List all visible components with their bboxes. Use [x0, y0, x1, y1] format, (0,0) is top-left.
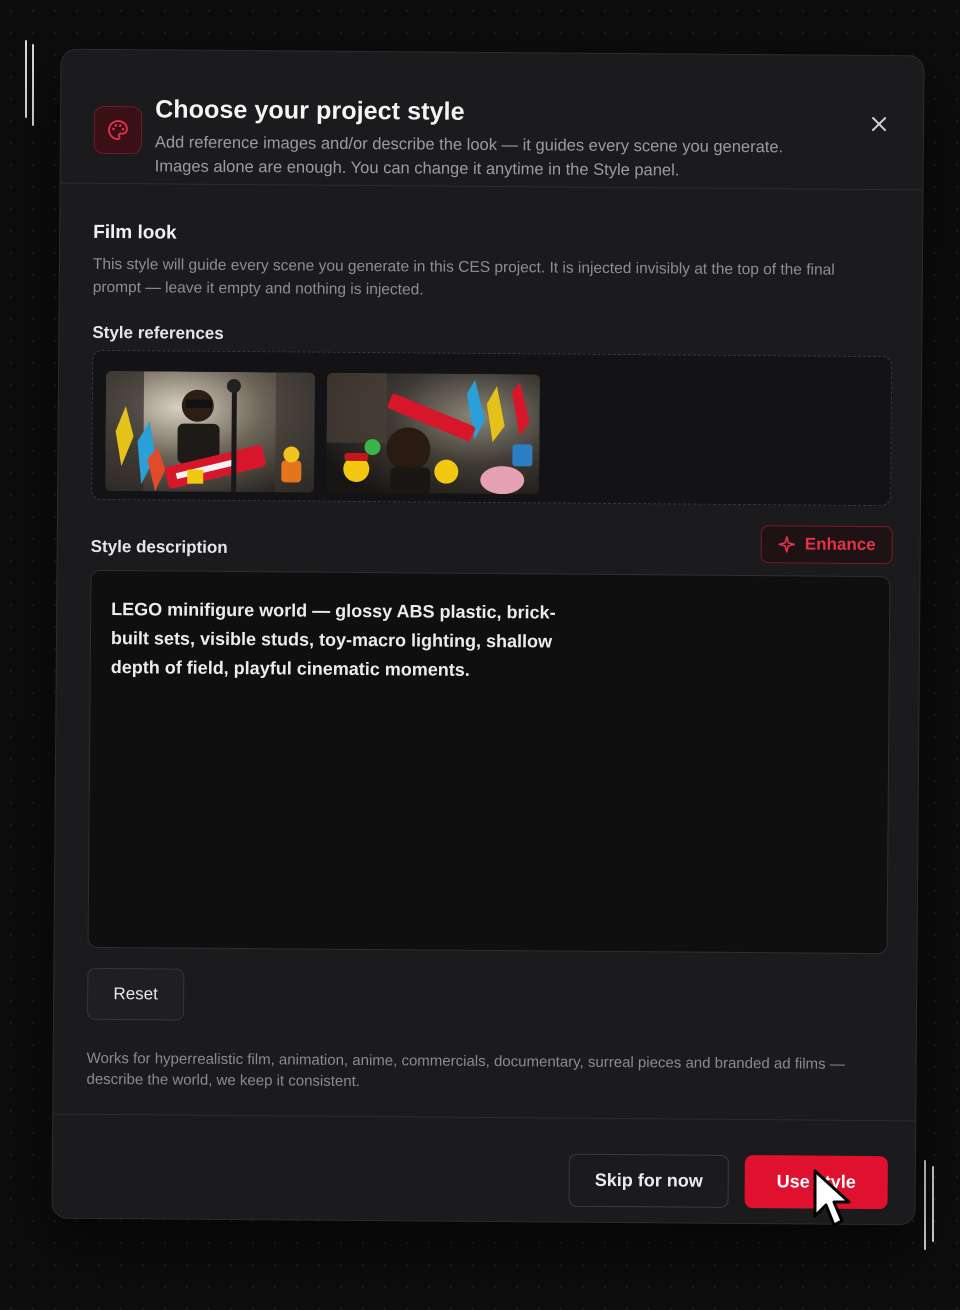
- close-icon: [871, 117, 887, 132]
- film-look-title: Film look: [93, 221, 177, 244]
- sparkle-icon: [778, 536, 796, 553]
- reference-image-2[interactable]: [326, 372, 541, 495]
- corner-mark-top-left: [25, 40, 27, 118]
- reference-image-1[interactable]: [105, 370, 316, 493]
- dialog-title: Choose your project style: [155, 95, 465, 126]
- skip-button[interactable]: Skip for now: [568, 1153, 729, 1208]
- reset-button[interactable]: Reset: [86, 967, 185, 1021]
- corner-mark-bottom-right: [924, 1160, 926, 1250]
- style-description-value: LEGO minifigure world — glossy ABS plast…: [110, 599, 556, 680]
- style-footnote: Works for hyperrealistic film, animation…: [86, 1049, 845, 1091]
- close-button[interactable]: [865, 110, 893, 138]
- style-references-dropzone[interactable]: [91, 349, 893, 507]
- corner-mark-bottom-right-2: [932, 1166, 934, 1242]
- style-description-textarea[interactable]: LEGO minifigure world — glossy ABS plast…: [87, 569, 891, 955]
- palette-icon: [93, 105, 143, 155]
- enhance-button[interactable]: Enhance: [760, 525, 893, 565]
- style-description-label: Style description: [90, 536, 228, 557]
- style-dialog: Choose your project style Add reference …: [51, 48, 925, 1226]
- dialog-header: Choose your project style Add reference …: [60, 49, 924, 191]
- corner-mark-top-left-2: [32, 44, 34, 126]
- film-look-description: This style will guide every scene you ge…: [92, 255, 835, 299]
- dialog-subtitle: Add reference images and/or describe the…: [154, 133, 784, 180]
- style-references-label: Style references: [92, 322, 224, 343]
- mouse-cursor-icon: [813, 1169, 851, 1227]
- footer-divider: [53, 1113, 916, 1122]
- enhance-label: Enhance: [804, 534, 876, 555]
